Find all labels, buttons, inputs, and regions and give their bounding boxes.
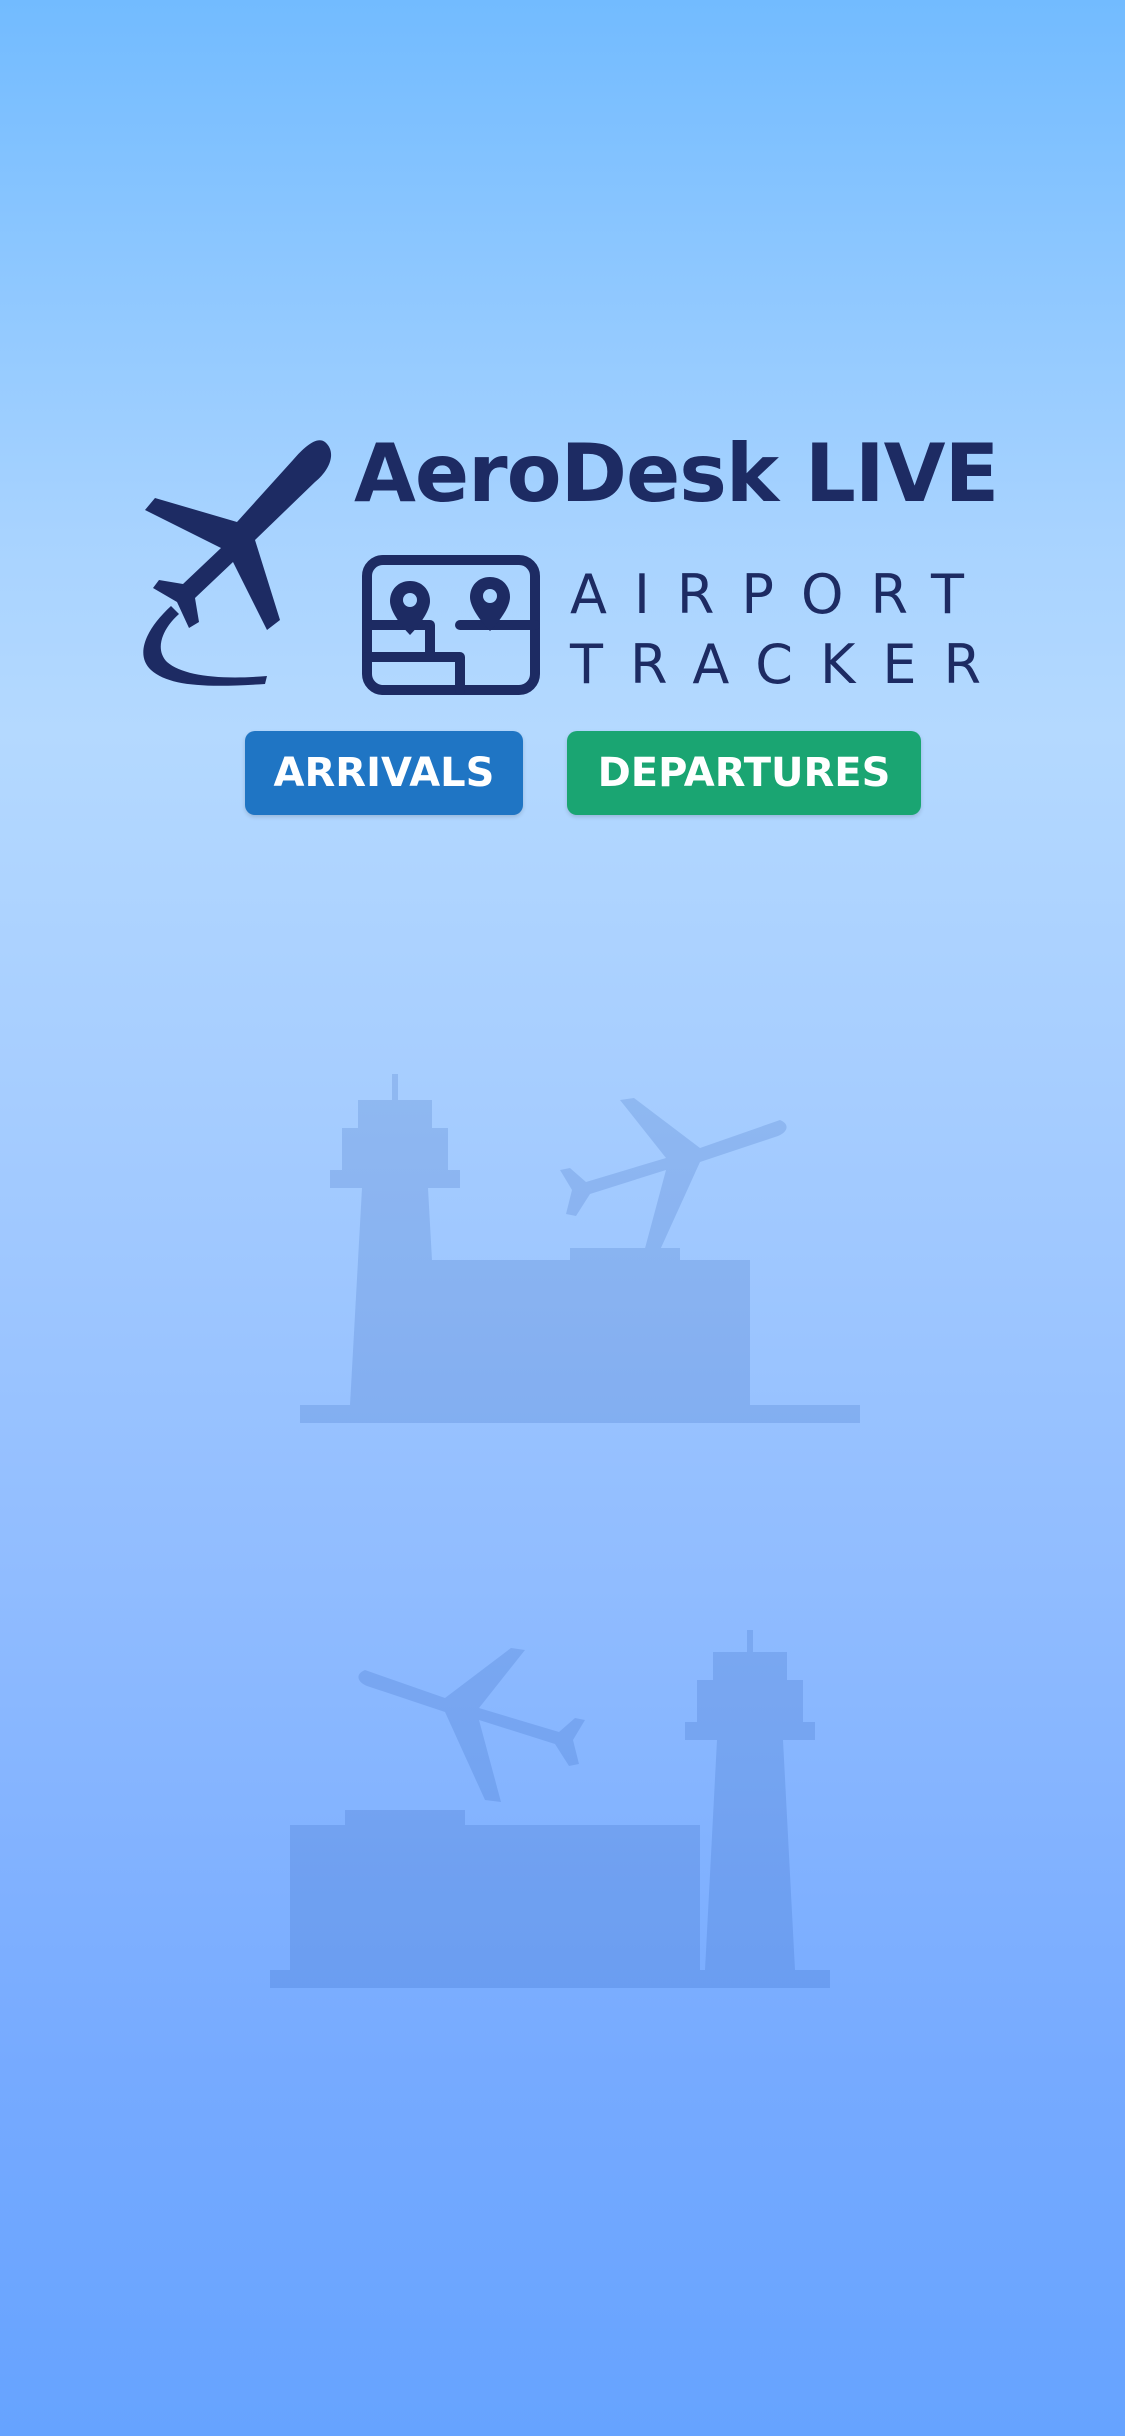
app-logo: AeroDesk LIVE AIRPORT TRACKER <box>0 0 1125 900</box>
app-subtitle-line2: TRACKER <box>570 633 1009 696</box>
app-title: AeroDesk LIVE <box>354 427 999 520</box>
airport-scene-illustration-bottom <box>270 1630 830 1988</box>
airport-scene-illustration-top <box>300 1074 860 1423</box>
map-pins-icon <box>362 555 540 695</box>
airplane-takeoff-icon <box>143 440 332 686</box>
control-tower-icon <box>685 1630 815 1970</box>
departures-button[interactable]: DEPARTURES <box>567 731 921 815</box>
app-subtitle-line1: AIRPORT <box>570 563 992 626</box>
airplane-icon <box>358 1648 585 1802</box>
airplane-icon <box>560 1098 787 1252</box>
arrivals-button[interactable]: ARRIVALS <box>245 731 523 815</box>
